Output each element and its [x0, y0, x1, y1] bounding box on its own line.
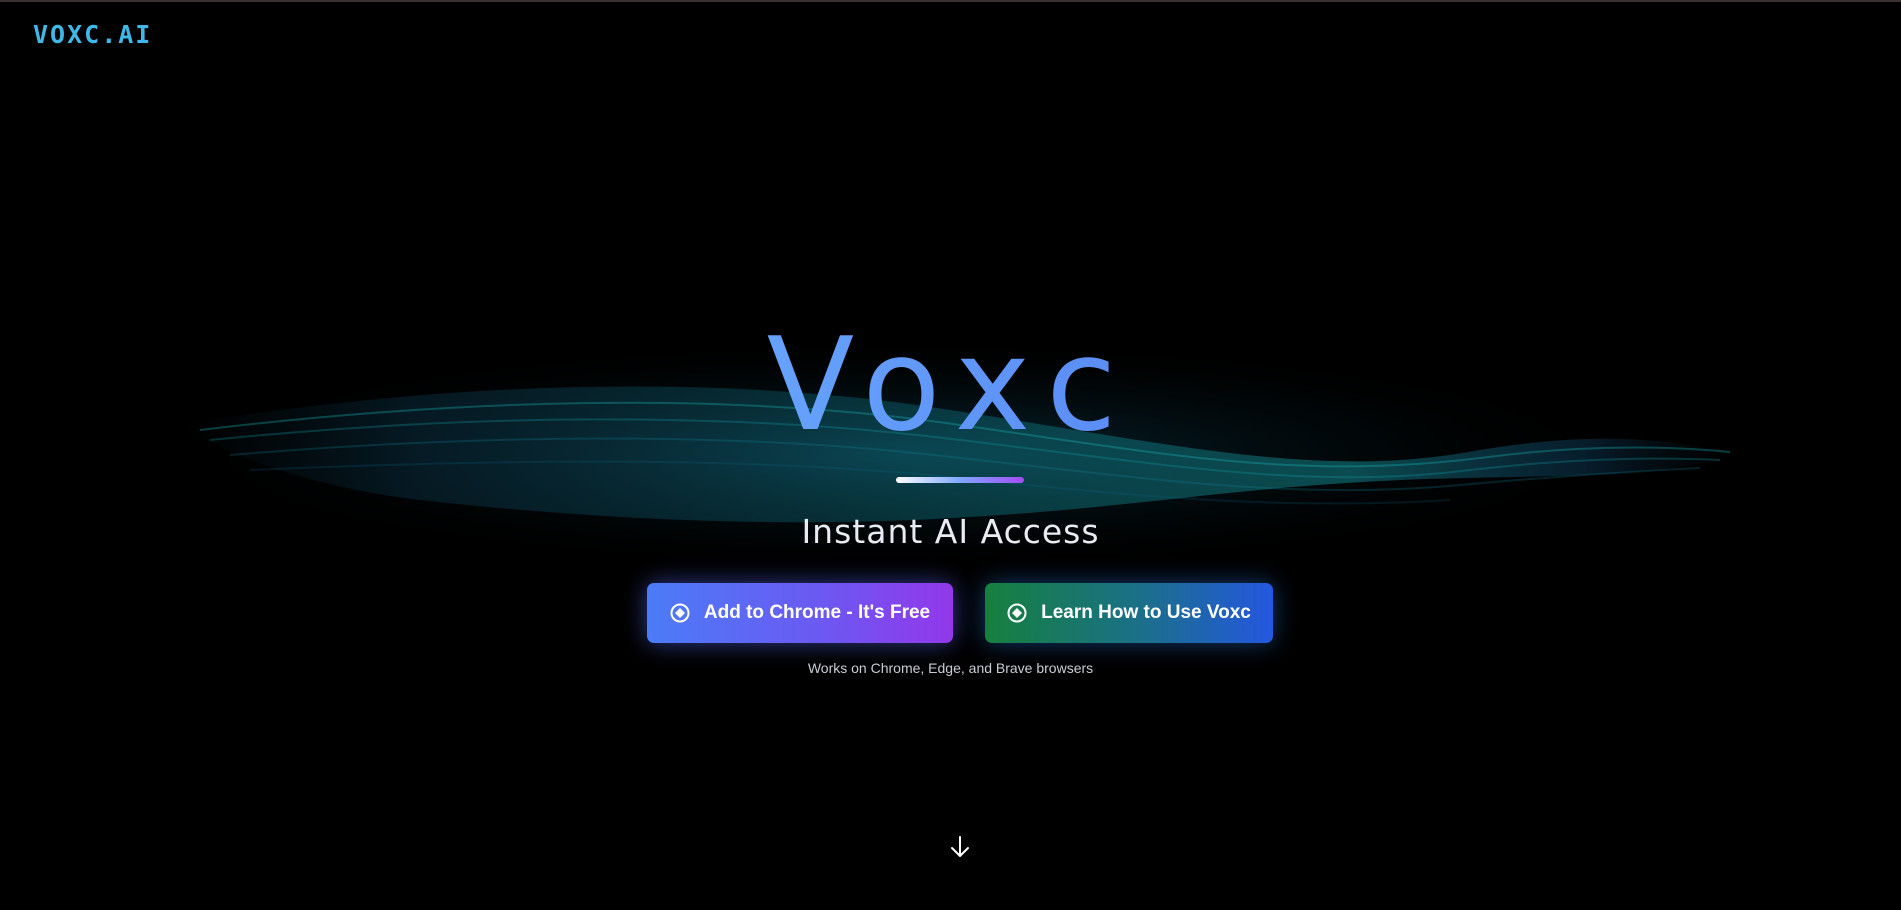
chrome-icon [670, 603, 690, 623]
site-logo[interactable]: VOXC.AI [33, 20, 152, 49]
add-to-chrome-label: Add to Chrome - It's Free [703, 602, 931, 623]
hero-title: Voxc [0, 322, 1901, 450]
hero-subtitle: Instant AI Access [801, 512, 1100, 551]
top-border [0, 0, 1901, 2]
learn-how-button[interactable]: Learn How to Use Voxc [985, 583, 1273, 643]
title-underline [896, 477, 1024, 483]
chrome-icon [1007, 603, 1027, 623]
landing-page: VOXC.AI Voxc Instant AI Access Add to Ch… [0, 0, 1901, 910]
arrow-down-icon[interactable] [949, 834, 971, 860]
add-to-chrome-button[interactable]: Add to Chrome - It's Free [647, 583, 953, 643]
browser-support-note: Works on Chrome, Edge, and Brave browser… [807, 660, 1094, 676]
learn-how-label: Learn How to Use Voxc [1041, 602, 1251, 623]
